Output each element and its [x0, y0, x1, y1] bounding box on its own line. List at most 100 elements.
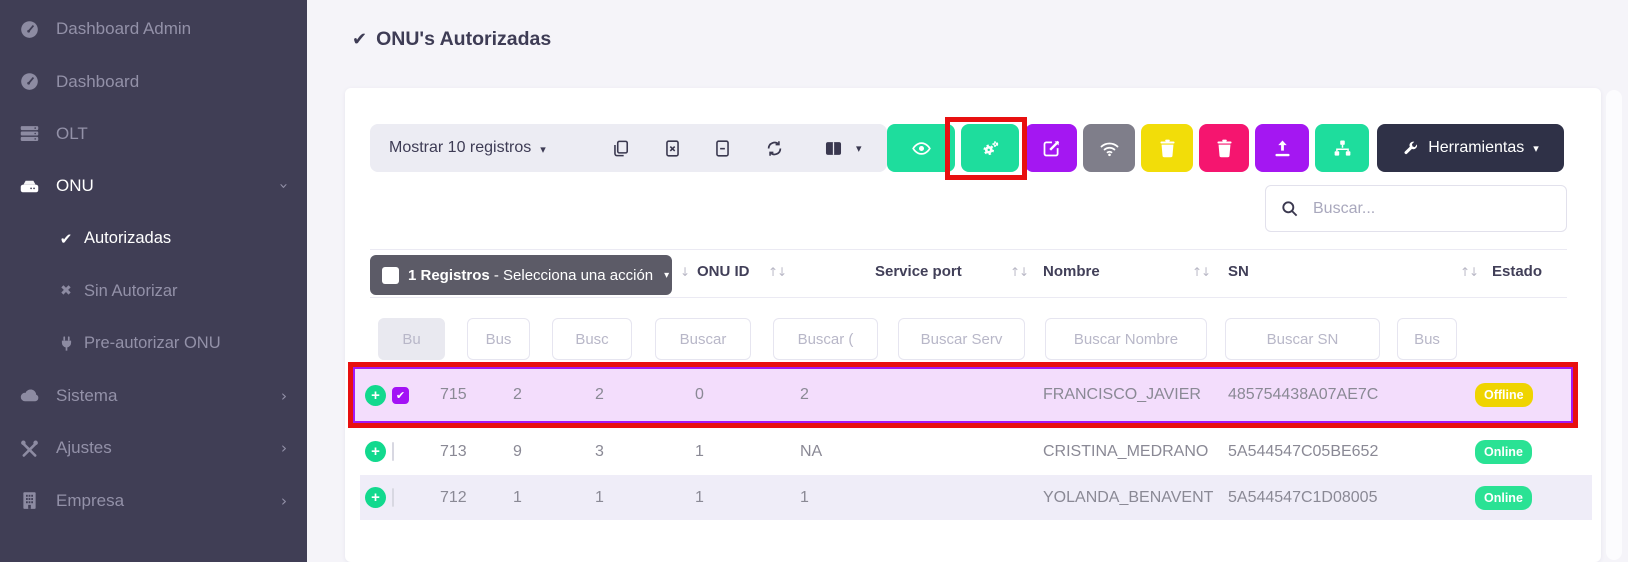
sort-icon: ↑↓	[1460, 265, 1478, 279]
sidebar-item-dashboard[interactable]: Dashboard	[0, 55, 307, 107]
filter-input-1[interactable]	[467, 318, 530, 360]
column-header-nombre[interactable]: Nombre	[1043, 263, 1100, 280]
refresh-button[interactable]	[757, 124, 791, 172]
cell-onu-id: 0	[695, 386, 800, 404]
building-icon	[16, 490, 42, 512]
sidebar-item-autorizadas[interactable]: ✔ Autorizadas	[0, 213, 307, 265]
column-header-service-port[interactable]: Service port	[875, 263, 962, 280]
bulk-action-dropdown[interactable]: 1 Registros - Selecciona una acción ▾	[370, 255, 672, 295]
cell-nombre: FRANCISCO_JAVIER	[1043, 386, 1228, 404]
caret-down-icon[interactable]: ▾	[856, 124, 862, 172]
sidebar-item-pre-autorizar-onu[interactable]: Pre-autorizar ONU	[0, 317, 307, 369]
trash-button-yellow[interactable]	[1141, 124, 1193, 172]
sidebar-item-ajustes[interactable]: Ajustes ›	[0, 422, 307, 474]
cell-service-port: 1	[800, 489, 1043, 507]
cell-sn: 485754438A07AE7C	[1228, 386, 1475, 404]
expand-row-button[interactable]: +	[365, 385, 386, 406]
caret-down-icon: ▾	[664, 270, 669, 281]
filter-input-expand[interactable]	[378, 318, 445, 360]
column-header-sn[interactable]: SN	[1228, 263, 1249, 280]
upload-button[interactable]	[1255, 124, 1309, 172]
page-title-text: ONU's Autorizadas	[376, 28, 551, 51]
caret-down-icon: ▾	[1533, 142, 1539, 155]
sidebar-item-dashboard-admin[interactable]: Dashboard Admin	[0, 3, 307, 55]
sidebar-item-label: OLT	[56, 124, 88, 144]
row-checkbox[interactable]	[392, 442, 394, 461]
sidebar-item-label: Pre-autorizar ONU	[84, 334, 221, 353]
gauge-icon	[16, 18, 42, 40]
search-icon	[1280, 199, 1299, 218]
annotation-box-gears	[945, 117, 1027, 180]
network-sitemap-button[interactable]	[1315, 124, 1369, 172]
action-select-label: - Selecciona una acción	[494, 267, 653, 284]
filter-input-3[interactable]	[655, 318, 751, 360]
scrollbar-track[interactable]	[1606, 90, 1622, 560]
table-row[interactable]: + 712 1 1 1 1 YOLANDA_BENAVENT 5A544547C…	[360, 475, 1592, 520]
cell-id: 713	[440, 443, 513, 461]
cloud-icon	[16, 385, 42, 407]
search-input[interactable]	[1311, 199, 1566, 219]
cell-sn: 5A544547C05BE652	[1228, 443, 1475, 461]
cell: 1	[513, 489, 595, 507]
table-row[interactable]: + ✔ 715 2 2 0 2 FRANCISCO_JAVIER 4857544…	[353, 367, 1573, 423]
show-records-dropdown[interactable]: Mostrar 10 registros ▾	[370, 139, 546, 157]
cell-id: 712	[440, 489, 513, 507]
table-row[interactable]: + 713 9 3 1 NA CRISTINA_MEDRANO 5A544547…	[360, 428, 1592, 475]
select-all-checkbox[interactable]	[382, 267, 399, 284]
cell-service-port: 2	[800, 386, 1043, 404]
filter-input-sn[interactable]	[1225, 318, 1380, 360]
caret-down-icon: ▾	[540, 143, 546, 156]
sidebar-item-label: Autorizadas	[84, 229, 171, 248]
copy-button[interactable]	[603, 124, 637, 172]
filter-input-nombre[interactable]	[1045, 318, 1207, 360]
header-divider	[370, 297, 1567, 298]
herramientas-dropdown[interactable]: Herramientas ▾	[1377, 124, 1564, 172]
check-icon: ✔	[352, 29, 367, 50]
table-toolbar: Mostrar 10 registros ▾ ▾	[370, 124, 887, 172]
annotation-box-row: + ✔ 715 2 2 0 2 FRANCISCO_JAVIER 4857544…	[348, 362, 1578, 428]
columns-visibility-button[interactable]	[816, 124, 850, 172]
row-checkbox[interactable]: ✔	[392, 387, 409, 404]
sidebar-item-olt[interactable]: OLT	[0, 108, 307, 160]
sort-icon: ↑↓	[1192, 265, 1210, 279]
expand-row-button[interactable]: +	[365, 487, 386, 508]
chevron-right-icon: ›	[281, 387, 287, 405]
cell-id: 715	[440, 386, 513, 404]
cell-nombre: YOLANDA_BENAVENT	[1043, 489, 1228, 507]
cell-onu-id: 1	[695, 443, 800, 461]
sidebar-item-onu[interactable]: ONU ›	[0, 160, 307, 212]
wifi-button[interactable]	[1083, 124, 1135, 172]
excel-export-button[interactable]	[655, 124, 689, 172]
wrench-icon	[1402, 140, 1419, 157]
check-icon: ✔	[56, 228, 76, 250]
sidebar-item-sistema[interactable]: Sistema ›	[0, 370, 307, 422]
chevron-right-icon: ›	[281, 439, 287, 457]
edit-button[interactable]	[1025, 124, 1077, 172]
column-header-estado[interactable]: Estado	[1492, 263, 1542, 280]
gauge-icon	[16, 71, 42, 93]
cell: 2	[595, 386, 695, 404]
column-header-onu-id[interactable]: ONU ID	[697, 263, 750, 280]
sidebar-item-label: ONU	[56, 176, 94, 196]
status-badge: Online	[1475, 486, 1532, 510]
status-badge: Online	[1475, 440, 1532, 464]
sidebar-item-label: Dashboard Admin	[56, 19, 191, 39]
table-top-divider	[370, 249, 1567, 250]
filter-input-estado[interactable]	[1397, 318, 1457, 360]
tools-icon	[16, 437, 42, 459]
plug-icon	[56, 333, 76, 355]
row-checkbox[interactable]	[392, 488, 394, 507]
expand-row-button[interactable]: +	[365, 441, 386, 462]
trash-button-pink[interactable]	[1199, 124, 1249, 172]
sidebar-item-sin-autorizar[interactable]: ✖ Sin Autorizar	[0, 265, 307, 317]
hdd-icon	[16, 175, 42, 197]
cell-service-port: NA	[800, 443, 1043, 461]
filter-input-onu-id[interactable]	[773, 318, 878, 360]
chevron-right-icon: ›	[281, 492, 287, 510]
file-export-button[interactable]	[705, 124, 739, 172]
filter-input-2[interactable]	[552, 318, 632, 360]
filter-input-service-port[interactable]	[898, 318, 1025, 360]
sidebar-item-label: Dashboard	[56, 72, 139, 92]
sidebar-item-empresa[interactable]: Empresa ›	[0, 475, 307, 527]
cell: 2	[513, 386, 595, 404]
